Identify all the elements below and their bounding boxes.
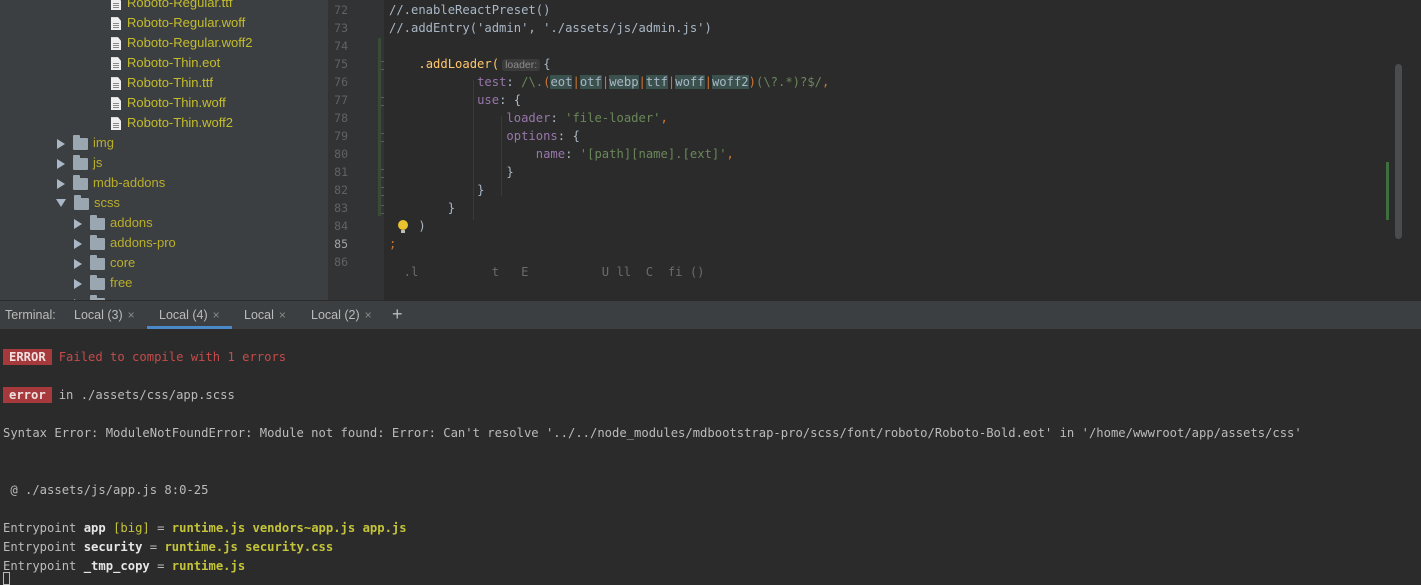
folder-icon: [74, 194, 89, 210]
line-number: 74: [334, 39, 348, 53]
chevron-right-icon[interactable]: [57, 138, 65, 149]
code-line-78: loader: 'file-loader',: [506, 111, 668, 125]
line-number: 79: [334, 129, 348, 143]
tab-local[interactable]: Local ×: [244, 301, 286, 329]
tree-file[interactable]: Roboto-Thin.woff: [111, 93, 226, 113]
file-icon: [111, 17, 121, 31]
code-line-76: test: /\.(eot|otf|webp|ttf|woff|woff2)(\…: [477, 75, 830, 89]
line-number: 84: [334, 219, 348, 233]
lightbulb-icon[interactable]: [398, 220, 408, 233]
line-number: 80: [334, 147, 348, 161]
chevron-right-icon[interactable]: [57, 178, 65, 189]
tree-folder-img[interactable]: img: [57, 133, 114, 153]
chevron-right-icon[interactable]: [57, 158, 65, 169]
code-line-75: .addLoader(loader:{: [418, 57, 551, 71]
folder-icon: [90, 234, 105, 250]
chevron-right-icon[interactable]: [74, 258, 82, 269]
tree-file[interactable]: Roboto-Thin.ttf: [111, 73, 213, 93]
code-line-81: }: [506, 165, 514, 179]
file-icon: [111, 37, 121, 51]
line-number: 75: [334, 57, 348, 71]
tree-folder-scss[interactable]: scss: [56, 193, 120, 213]
tab-local-3[interactable]: Local (3) ×: [74, 301, 135, 329]
tree-folder-partial[interactable]: [74, 293, 110, 300]
terminal-label: Terminal:: [5, 308, 56, 322]
chevron-right-icon[interactable]: [74, 278, 82, 289]
code-line-83: }: [447, 201, 456, 215]
line-number: 76: [334, 75, 348, 89]
entrypoint-tmp-copy: Entrypoint _tmp_copy = runtime.js: [3, 559, 246, 573]
code-line-72: //.enableReactPreset(): [389, 3, 551, 17]
line-number: 78: [334, 111, 348, 125]
tree-folder-core[interactable]: core: [74, 253, 135, 273]
close-icon[interactable]: ×: [128, 308, 135, 322]
editor-scrollbar[interactable]: [1395, 64, 1402, 239]
line-number: 81: [334, 165, 348, 179]
folder-icon: [90, 274, 105, 290]
editor-gutter[interactable]: 72 73 74 75 76 77 78 79 80 81 82 83 84 8…: [328, 0, 389, 300]
file-icon: [111, 117, 121, 131]
file-icon: [111, 97, 121, 111]
error-line: ERROR Failed to compile with 1 errors: [3, 348, 286, 367]
close-icon[interactable]: ×: [279, 308, 286, 322]
line-number: 73: [334, 21, 348, 35]
folder-icon: [90, 254, 105, 270]
code-line-80: name: '[path][name].[ext]',: [535, 147, 734, 161]
error-badge: error: [3, 387, 52, 403]
folder-icon: [73, 154, 88, 170]
tree-file[interactable]: Roboto-Regular.woff2: [111, 33, 253, 53]
close-icon[interactable]: ×: [365, 308, 372, 322]
tree-folder-addons[interactable]: addons: [74, 213, 153, 233]
file-icon: [111, 77, 121, 91]
close-icon[interactable]: ×: [213, 308, 220, 322]
add-tab-button[interactable]: +: [392, 303, 403, 325]
project-tree: Roboto-Regular.ttf Roboto-Regular.woff R…: [0, 0, 328, 300]
terminal-cursor: [3, 572, 10, 585]
file-icon: [111, 57, 121, 71]
tree-folder-js[interactable]: js: [57, 153, 102, 173]
code-line-82: }: [477, 183, 485, 197]
tree-file[interactable]: Roboto-Thin.woff2: [111, 113, 233, 133]
at-line: @ ./assets/js/app.js 8:0-25: [3, 483, 209, 497]
line-number-current: 85: [334, 237, 348, 251]
entrypoint-security: Entrypoint security = runtime.js securit…: [3, 540, 334, 554]
line-number: 86: [334, 255, 348, 269]
tab-local-2[interactable]: Local (2) ×: [311, 301, 372, 329]
tree-file[interactable]: Roboto-Regular.ttf: [111, 0, 233, 13]
code-line-85: ;: [389, 237, 397, 251]
error-location-line: error in ./assets/css/app.scss: [3, 386, 235, 405]
tree-folder-free[interactable]: free: [74, 273, 132, 293]
file-icon: [111, 0, 121, 11]
error-badge: ERROR: [3, 349, 52, 365]
terminal-output[interactable]: ERROR Failed to compile with 1 errors err…: [0, 329, 1421, 585]
terminal-tab-bar: Terminal: Local (3) × Local (4) × Local × L…: [0, 300, 1421, 330]
code-line-86: .l t E U ll C fi (): [389, 265, 705, 279]
tree-folder-mdb-addons[interactable]: mdb-addons: [57, 173, 165, 193]
vcs-change-marker[interactable]: [378, 38, 381, 216]
tree-file[interactable]: Roboto-Regular.woff: [111, 13, 245, 33]
chevron-right-icon[interactable]: [74, 218, 82, 229]
line-number: 83: [334, 201, 348, 215]
line-number: 77: [334, 93, 348, 107]
folder-icon: [90, 214, 105, 230]
line-number: 82: [334, 183, 348, 197]
tree-folder-addons-pro[interactable]: addons-pro: [74, 233, 176, 253]
folder-icon: [73, 134, 88, 150]
chevron-down-icon[interactable]: [56, 198, 66, 207]
entrypoint-app: Entrypoint app [big] = runtime.js vendor…: [3, 521, 407, 535]
chevron-right-icon[interactable]: [74, 238, 82, 249]
line-number: 72: [334, 3, 348, 17]
tree-file[interactable]: Roboto-Thin.eot: [111, 53, 220, 73]
code-line-73: //.addEntry('admin', './assets/js/admin.…: [389, 21, 712, 35]
code-editor[interactable]: //.enableReactPreset() //.addEntry('admi…: [384, 0, 1421, 300]
parameter-hint: loader:: [502, 59, 541, 71]
code-line-79: options: {: [506, 129, 580, 143]
code-line-77: use: {: [477, 93, 522, 107]
scrollbar-change-marker: [1386, 162, 1389, 220]
folder-icon: [73, 174, 88, 190]
syntax-error-line: Syntax Error: ModuleNotFoundError: Modul…: [3, 426, 1302, 440]
tab-local-4[interactable]: Local (4) ×: [147, 301, 232, 329]
